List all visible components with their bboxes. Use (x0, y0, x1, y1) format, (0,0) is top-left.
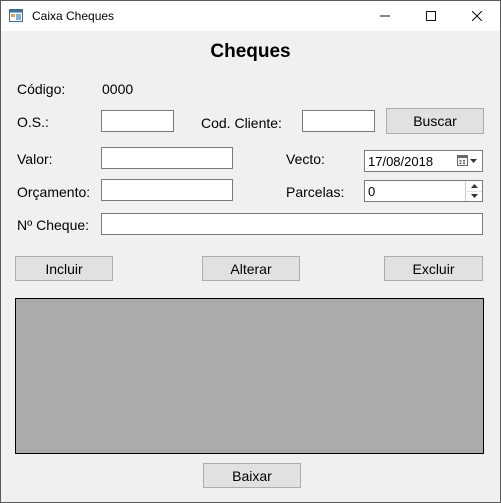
vecto-value: 17/08/2018 (368, 154, 434, 169)
maximize-button[interactable] (408, 1, 454, 31)
minimize-icon (380, 15, 390, 17)
orcamento-label: Orçamento: (17, 184, 91, 200)
cheque-field[interactable] (101, 213, 483, 235)
window-title: Caixa Cheques (32, 9, 115, 23)
valor-label: Valor: (17, 151, 53, 167)
parcelas-value: 0 (368, 184, 376, 199)
maximize-icon (426, 11, 436, 21)
app-window-icon (9, 9, 23, 22)
chevron-down-icon (470, 194, 478, 198)
buscar-button[interactable]: Buscar (386, 108, 484, 134)
cod-cliente-field[interactable] (302, 110, 375, 132)
codigo-label: Código: (17, 81, 66, 97)
parcelas-stepper[interactable]: 0 (364, 180, 483, 202)
os-label: O.S.: (17, 114, 49, 130)
parcelas-label: Parcelas: (286, 184, 345, 200)
form-heading: Cheques (210, 41, 291, 62)
stepper-down-button[interactable] (466, 191, 482, 201)
calendar-dropdown-icon[interactable] (457, 154, 479, 168)
close-icon (472, 11, 482, 21)
valor-field[interactable] (101, 147, 233, 169)
chevron-up-icon (470, 184, 478, 188)
os-field[interactable] (101, 110, 174, 132)
codigo-value: 0000 (102, 81, 134, 97)
orcamento-field[interactable] (101, 179, 233, 201)
excluir-button[interactable]: Excluir (384, 256, 483, 281)
minimize-button[interactable] (362, 1, 408, 31)
vecto-date-picker[interactable]: 17/08/2018 (364, 150, 483, 172)
title-bar[interactable]: Caixa Cheques (1, 1, 500, 31)
stepper-arrows (465, 181, 482, 201)
vecto-label: Vecto: (286, 151, 325, 167)
incluir-button[interactable]: Incluir (15, 256, 113, 281)
cheque-label: Nº Cheque: (17, 217, 90, 233)
close-button[interactable] (454, 1, 500, 31)
alterar-button[interactable]: Alterar (202, 256, 300, 281)
baixar-button[interactable]: Baixar (203, 463, 301, 488)
cheques-data-grid[interactable] (15, 298, 484, 454)
app-window: Caixa Cheques Cheques Código: 0000 O.S.:… (0, 0, 501, 503)
cod-cliente-label: Cod. Cliente: (201, 115, 282, 131)
